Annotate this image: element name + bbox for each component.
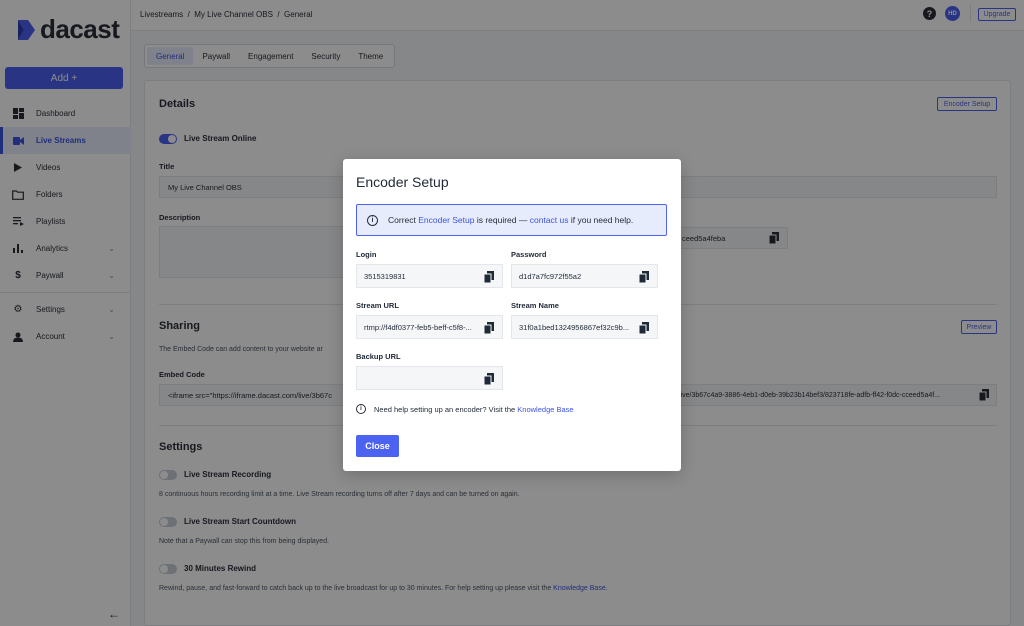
stream-name-label: Stream Name (511, 301, 559, 310)
modal-title: Encoder Setup (356, 174, 449, 190)
copy-icon[interactable] (484, 373, 494, 385)
backup-url-field[interactable] (356, 366, 503, 390)
encoder-setup-link[interactable]: Encoder Setup (418, 215, 474, 225)
stream-name-value: 31f0a1bed1324956867ef32c9b... (519, 322, 630, 332)
password-label: Password (511, 250, 547, 259)
banner-text-pre: Correct (388, 215, 419, 225)
copy-icon[interactable] (639, 322, 649, 334)
close-button[interactable]: Close (356, 435, 399, 457)
banner-text: Correct Encoder Setup is required — cont… (388, 215, 633, 225)
copy-icon[interactable] (484, 322, 494, 334)
knowledge-base-link[interactable]: Knowledge Base (517, 405, 573, 414)
banner-text-mid: is required — (474, 215, 530, 225)
copy-icon[interactable] (484, 271, 494, 283)
backup-url-label: Backup URL (356, 352, 401, 361)
info-icon: i (356, 404, 366, 414)
login-value: 3515319831 (364, 271, 406, 281)
info-banner: i Correct Encoder Setup is required — co… (356, 204, 667, 236)
stream-url-field[interactable]: rtmp://f4df0377-feb5-beff-c5f8-... (356, 315, 503, 339)
encoder-setup-modal: Encoder Setup i Correct Encoder Setup is… (343, 159, 681, 471)
encoder-help-text: Need help setting up an encoder? Visit t… (374, 404, 518, 414)
login-field[interactable]: 3515319831 (356, 264, 503, 288)
copy-icon[interactable] (639, 271, 649, 283)
banner-text-post: if you need help. (568, 215, 634, 225)
stream-url-label: Stream URL (356, 301, 399, 310)
password-field[interactable]: d1d7a7fc972f55a2 (511, 264, 658, 288)
password-value: d1d7a7fc972f55a2 (519, 271, 582, 281)
contact-us-link[interactable]: contact us (530, 215, 569, 225)
encoder-help-line: i Need help setting up an encoder? Visit… (356, 404, 574, 414)
stream-url-value: rtmp://f4df0377-feb5-beff-c5f8-... (364, 322, 472, 332)
stream-name-field[interactable]: 31f0a1bed1324956867ef32c9b... (511, 315, 658, 339)
info-icon: i (367, 214, 378, 226)
login-label: Login (356, 250, 377, 259)
